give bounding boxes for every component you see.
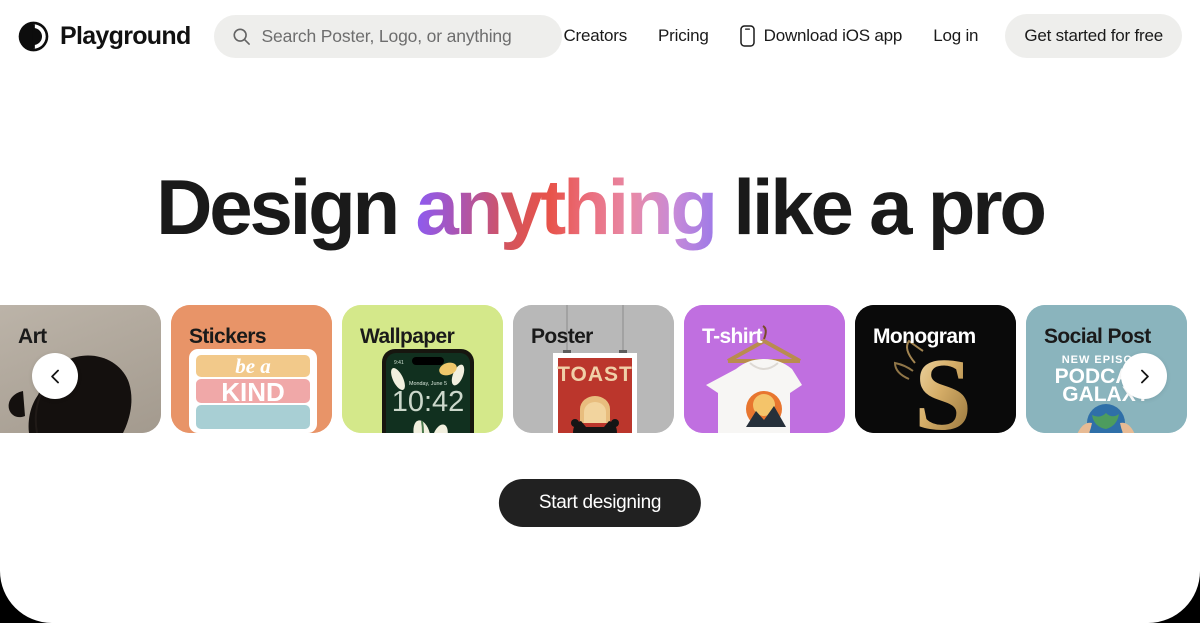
- nav-links: Creators Pricing Download iOS app Log in…: [563, 14, 1182, 58]
- category-card-stickers[interactable]: be a KIND Stickers: [171, 305, 332, 433]
- sticker-text-line2: KIND: [221, 377, 285, 407]
- nav-link-label: Download iOS app: [763, 26, 903, 45]
- category-card-poster[interactable]: TOAST Poster: [513, 305, 674, 433]
- search-icon: [232, 27, 250, 45]
- category-card-label: Art: [18, 325, 47, 348]
- category-card-label: T-shirt: [702, 325, 763, 348]
- category-card-wallpaper[interactable]: 9:41 Monday, June 5 10:42 Wallpaper: [342, 305, 503, 433]
- start-designing-button[interactable]: Start designing: [498, 479, 702, 527]
- nav-link-label: Pricing: [658, 26, 709, 45]
- navbar: Playground Creators Pricing: [0, 0, 1200, 72]
- search-bar[interactable]: [213, 14, 562, 58]
- carousel-prev-button[interactable]: [32, 353, 78, 399]
- category-card-label: Monogram: [873, 325, 976, 348]
- brand-name: Playground: [60, 21, 191, 50]
- wallpaper-time: 10:42: [392, 386, 465, 418]
- get-started-button[interactable]: Get started for free: [1005, 14, 1182, 58]
- category-card-label: Social Post: [1044, 325, 1151, 348]
- phone-icon: [739, 25, 755, 47]
- carousel-track[interactable]: Art be a KIND Stickers 9:41 Monday, June…: [0, 305, 1187, 433]
- category-carousel: Art be a KIND Stickers 9:41 Monday, June…: [0, 305, 1200, 433]
- nav-link-log-in[interactable]: Log in: [933, 18, 978, 54]
- category-card-art[interactable]: Art: [0, 305, 161, 433]
- carousel-next-button[interactable]: [1121, 353, 1167, 399]
- category-card-label: Poster: [531, 325, 593, 348]
- content-sheet: Playground Creators Pricing: [0, 0, 1200, 623]
- sticker-text-line1: be a: [235, 354, 271, 378]
- wallpaper-status-time: 9:41: [394, 360, 404, 366]
- poster-title-text: TOAST: [557, 363, 633, 386]
- chevron-left-icon: [50, 369, 59, 383]
- page-root: Playground Creators Pricing: [0, 0, 1200, 623]
- playground-circle-logo: [18, 21, 49, 51]
- monogram-letter: S: [914, 337, 972, 433]
- category-card-monogram[interactable]: S Monogram: [855, 305, 1016, 433]
- chevron-right-icon: [1140, 369, 1149, 383]
- category-card-tshirt[interactable]: T-shirt: [684, 305, 845, 433]
- hero-title-part2: like a pro: [714, 163, 1047, 251]
- brand-logo[interactable]: Playground: [18, 21, 191, 52]
- hero-title-part1: Design: [156, 163, 416, 251]
- search-input[interactable]: [261, 25, 544, 47]
- page-title: Design anything like a pro: [0, 168, 1200, 246]
- nav-link-download-ios-app[interactable]: Download iOS app: [739, 17, 903, 55]
- category-card-label: Wallpaper: [360, 325, 455, 348]
- hero-title-gradient-word: anything: [415, 163, 718, 251]
- nav-link-pricing[interactable]: Pricing: [658, 18, 709, 54]
- nav-link-creators[interactable]: Creators: [563, 18, 627, 54]
- category-card-label: Stickers: [189, 325, 267, 348]
- nav-link-label: Log in: [933, 26, 979, 45]
- nav-link-label: Creators: [563, 26, 628, 45]
